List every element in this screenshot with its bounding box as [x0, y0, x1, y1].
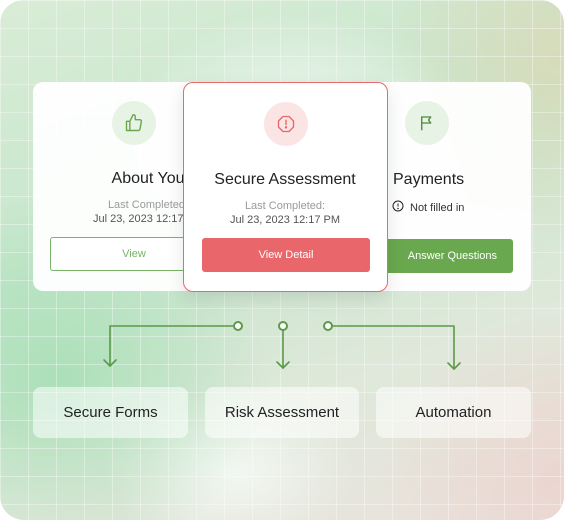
- illustration-frame: About You Last Completed: Jul 23, 2023 1…: [0, 0, 564, 520]
- view-detail-button[interactable]: View Detail: [202, 238, 370, 272]
- secure-assessment-card: Secure Assessment Last Completed: Jul 23…: [183, 82, 388, 292]
- connector-left-node: [233, 321, 243, 331]
- automation-pill: Automation: [376, 387, 531, 438]
- risk-assessment-pill: Risk Assessment: [205, 387, 359, 438]
- connector-right-node: [323, 321, 333, 331]
- connector-center-node: [278, 321, 288, 331]
- connector-left-line: [109, 325, 235, 367]
- alert-octagon-icon: [264, 102, 308, 146]
- secure-last-completed-date: Jul 23, 2023 12:17 PM: [229, 214, 341, 226]
- secure-last-completed-label: Last Completed:: [244, 200, 326, 212]
- connector-right-line: [331, 325, 455, 370]
- secure-forms-pill: Secure Forms: [33, 387, 188, 438]
- secure-assessment-title: Secure Assessment: [214, 171, 356, 188]
